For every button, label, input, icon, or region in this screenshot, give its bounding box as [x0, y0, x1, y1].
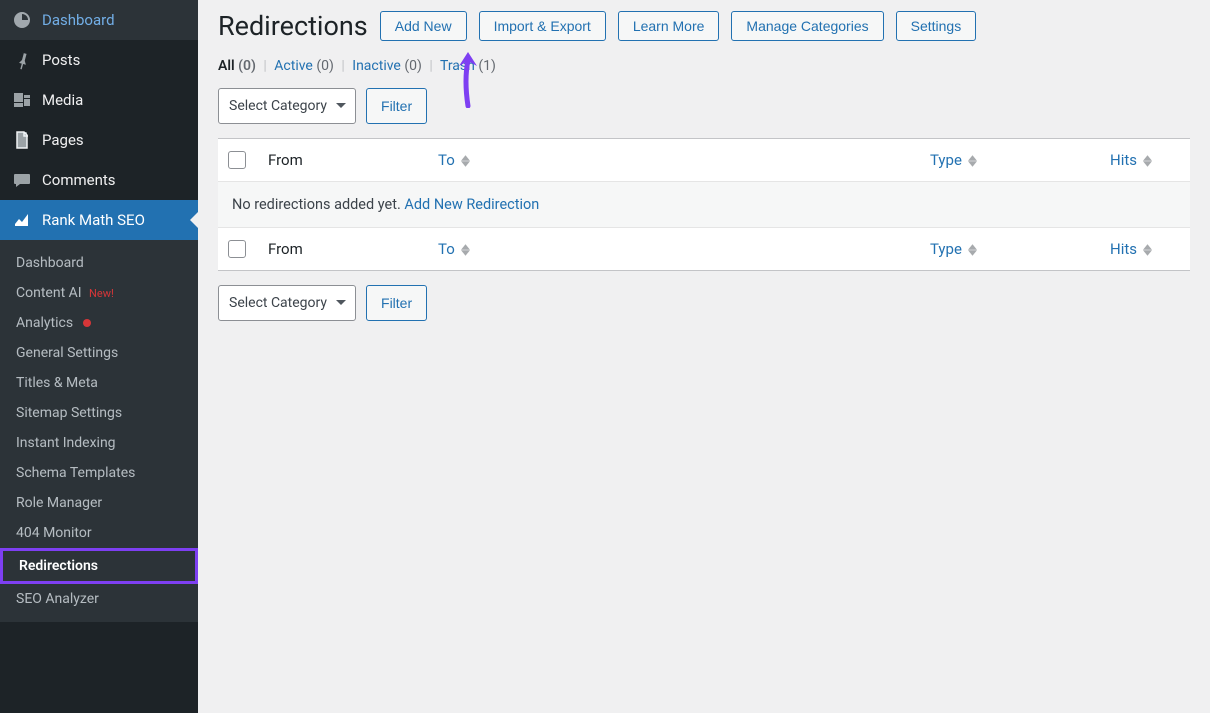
filter-row-top: Select Category Filter [218, 88, 1190, 124]
select-value: Select Category [229, 295, 327, 311]
col-label: To [438, 240, 455, 258]
sub-sitemap-settings[interactable]: Sitemap Settings [0, 398, 198, 428]
sub-404-monitor[interactable]: 404 Monitor [0, 518, 198, 548]
col-type-footer[interactable]: Type [930, 240, 1110, 258]
select-value: Select Category [229, 98, 327, 114]
col-label: To [438, 151, 455, 169]
category-select[interactable]: Select Category [218, 88, 356, 124]
add-new-redirection-link[interactable]: Add New Redirection [404, 196, 539, 213]
learn-more-button[interactable]: Learn More [618, 11, 720, 41]
sub-label: Analytics [16, 315, 73, 331]
menu-rank-math-seo[interactable]: Rank Math SEO [0, 200, 198, 240]
col-label: Type [930, 240, 962, 258]
page-header: Redirections Add New Import & Export Lea… [218, 10, 1190, 42]
menu-label: Comments [42, 171, 116, 189]
pin-icon [12, 50, 32, 70]
menu-media[interactable]: Media [0, 80, 198, 120]
new-badge: New! [89, 287, 114, 300]
sort-icon [1143, 244, 1152, 256]
table-empty-row: No redirections added yet. Add New Redir… [218, 181, 1190, 227]
status-trash[interactable]: Trash (1) [440, 58, 496, 74]
col-label: Type [930, 151, 962, 169]
category-select-bottom[interactable]: Select Category [218, 285, 356, 321]
col-label: Hits [1110, 240, 1137, 258]
col-to-footer[interactable]: To [438, 240, 930, 258]
empty-text: No redirections added yet. [232, 196, 404, 213]
sort-icon [968, 155, 977, 167]
col-type-header[interactable]: Type [930, 151, 1110, 169]
col-label: Hits [1110, 151, 1137, 169]
status-count: (0) [316, 58, 334, 74]
separator: | [259, 58, 270, 74]
menu-label: Media [42, 91, 83, 109]
sub-label: Content AI [16, 285, 82, 301]
dashboard-icon [12, 10, 32, 30]
col-hits-footer[interactable]: Hits [1110, 240, 1180, 258]
status-count: (0) [238, 58, 256, 74]
menu-label: Pages [42, 131, 84, 149]
col-checkbox [228, 240, 268, 258]
filter-button-bottom[interactable]: Filter [366, 285, 427, 321]
sub-general-settings[interactable]: General Settings [0, 338, 198, 368]
page-icon [12, 130, 32, 150]
status-label: Active [274, 58, 313, 74]
col-from-footer[interactable]: From [268, 240, 438, 258]
status-inactive[interactable]: Inactive (0) [352, 58, 425, 74]
rank-math-submenu: Dashboard Content AI New! Analytics Gene… [0, 240, 198, 622]
menu-comments[interactable]: Comments [0, 160, 198, 200]
settings-button[interactable]: Settings [896, 11, 977, 41]
menu-posts[interactable]: Posts [0, 40, 198, 80]
status-label: Inactive [352, 58, 401, 74]
col-from-header[interactable]: From [268, 151, 438, 169]
add-new-button[interactable]: Add New [380, 11, 467, 41]
main-content: Redirections Add New Import & Export Lea… [198, 0, 1210, 713]
separator: | [337, 58, 348, 74]
menu-label: Dashboard [42, 11, 115, 29]
status-label: Trash [440, 58, 475, 74]
import-export-button[interactable]: Import & Export [479, 11, 606, 41]
admin-sidebar: Dashboard Posts Media Pages Comments Ran… [0, 0, 198, 713]
comment-icon [12, 170, 32, 190]
status-filter-links: All (0) | Active (0) | Inactive (0) | Tr… [218, 58, 1190, 74]
menu-label: Rank Math SEO [42, 211, 145, 229]
sort-icon [968, 244, 977, 256]
media-icon [12, 90, 32, 110]
select-all-checkbox[interactable] [228, 151, 246, 169]
sub-analytics[interactable]: Analytics [0, 308, 198, 338]
page-title: Redirections [218, 10, 368, 42]
chart-icon [12, 210, 32, 230]
status-active[interactable]: Active (0) [274, 58, 337, 74]
status-count: (0) [404, 58, 422, 74]
sub-seo-analyzer[interactable]: SEO Analyzer [0, 584, 198, 614]
sub-instant-indexing[interactable]: Instant Indexing [0, 428, 198, 458]
sub-content-ai[interactable]: Content AI New! [0, 278, 198, 308]
sub-titles-meta[interactable]: Titles & Meta [0, 368, 198, 398]
sort-icon [461, 155, 470, 167]
manage-categories-button[interactable]: Manage Categories [731, 11, 883, 41]
sort-icon [1143, 155, 1152, 167]
select-all-checkbox-footer[interactable] [228, 240, 246, 258]
separator: | [425, 58, 436, 74]
col-checkbox [228, 151, 268, 169]
table-header: From To Type Hits [218, 139, 1190, 181]
filter-row-bottom: Select Category Filter [218, 285, 1190, 321]
sort-icon [461, 244, 470, 256]
status-label: All [218, 58, 235, 74]
menu-pages[interactable]: Pages [0, 120, 198, 160]
redirections-table: From To Type Hits [218, 138, 1190, 271]
sub-redirections[interactable]: Redirections [0, 548, 198, 584]
menu-dashboard[interactable]: Dashboard [0, 0, 198, 40]
sub-role-manager[interactable]: Role Manager [0, 488, 198, 518]
status-count: (1) [478, 58, 496, 74]
sub-schema-templates[interactable]: Schema Templates [0, 458, 198, 488]
filter-button[interactable]: Filter [366, 88, 427, 124]
menu-label: Posts [42, 51, 80, 69]
notification-dot-icon [83, 319, 91, 327]
sub-dashboard[interactable]: Dashboard [0, 248, 198, 278]
status-all[interactable]: All (0) [218, 58, 259, 74]
col-to-header[interactable]: To [438, 151, 930, 169]
col-hits-header[interactable]: Hits [1110, 151, 1180, 169]
table-footer: From To Type Hits [218, 227, 1190, 270]
